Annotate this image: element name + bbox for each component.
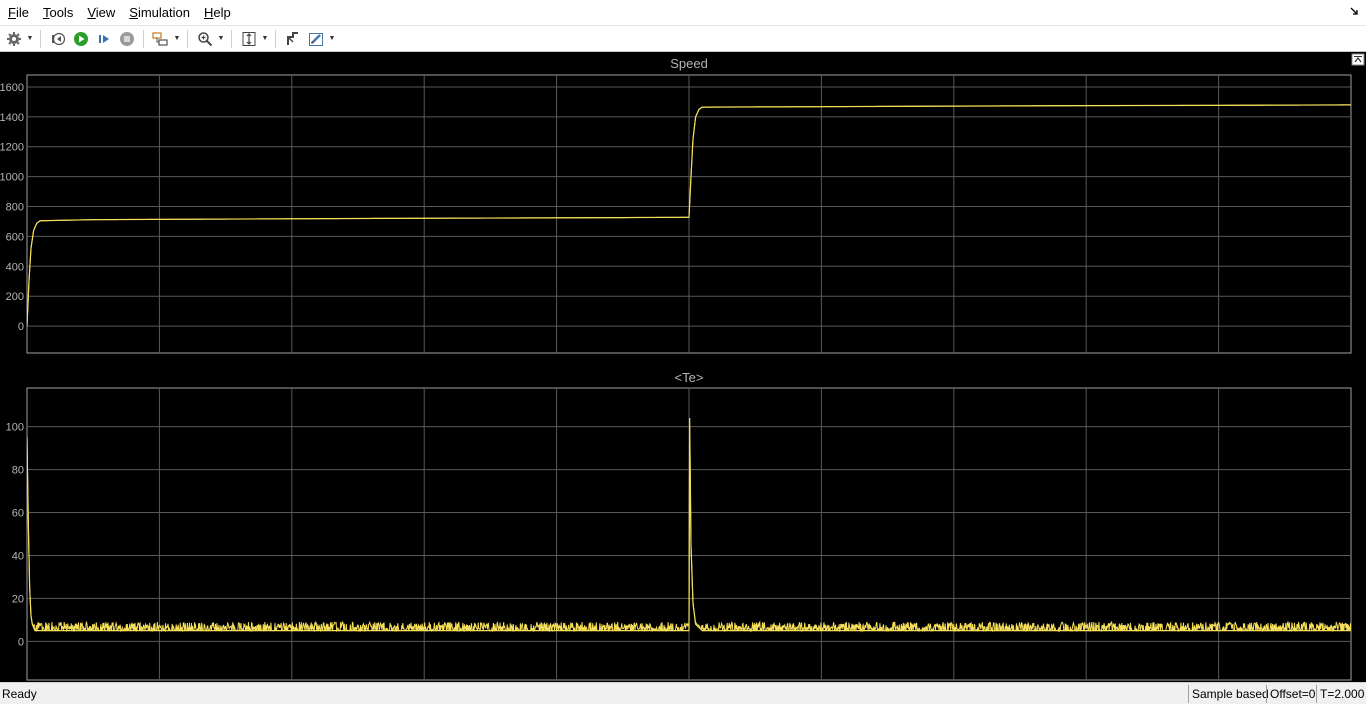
- plot-title: Speed: [670, 56, 708, 71]
- menu-file[interactable]: File: [8, 0, 29, 26]
- y-tick-label: 40: [12, 550, 24, 562]
- y-tick-label: 80: [12, 465, 24, 477]
- y-tick-label: 100: [6, 422, 24, 434]
- y-tick-label: 0: [18, 321, 24, 333]
- highlight-dropdown-icon[interactable]: ▼: [172, 28, 182, 50]
- toolbar-separator: [40, 29, 41, 48]
- menu-simulation[interactable]: Simulation: [129, 0, 190, 26]
- y-tick-label: 200: [6, 291, 24, 303]
- undock-icon[interactable]: [1350, 6, 1360, 16]
- autoscale-icon[interactable]: [238, 28, 260, 50]
- step-back-icon[interactable]: [47, 28, 69, 50]
- plot-title: <Te>: [675, 370, 704, 385]
- step-forward-icon[interactable]: [93, 28, 115, 50]
- zoom-dropdown-icon[interactable]: ▼: [216, 28, 226, 50]
- toolbar-separator: [275, 29, 276, 48]
- te-plot[interactable]: <Te>02040608010000.20.40.60.811.21.41.61…: [6, 370, 1354, 682]
- status-text: Ready: [2, 687, 37, 701]
- y-tick-label: 1600: [0, 82, 24, 94]
- toolbar-separator: [143, 29, 144, 48]
- restore-layout-icon[interactable]: [282, 28, 304, 50]
- run-icon[interactable]: [70, 28, 92, 50]
- autoscale-dropdown-icon[interactable]: ▼: [260, 28, 270, 50]
- menu-view[interactable]: View: [87, 0, 115, 26]
- status-bar: Ready Sample based Offset=0 T=2.000: [0, 682, 1366, 704]
- toolbar-separator: [187, 29, 188, 48]
- speed-plot[interactable]: Speed 0 200 400 600 800 1000 1200 1400 1600: [0, 56, 1352, 354]
- menu-bar: File Tools View Simulation Help: [0, 0, 1366, 26]
- y-tick-label: 800: [6, 202, 24, 214]
- y-tick-label: 60: [12, 508, 24, 520]
- zoom-in-icon[interactable]: [194, 28, 216, 50]
- style-icon[interactable]: [305, 28, 327, 50]
- menu-help[interactable]: Help: [204, 0, 231, 26]
- stop-icon[interactable]: [116, 28, 138, 50]
- toolbar: ▼ ▼ ▼ ▼ ▼: [0, 26, 1366, 52]
- toolbar-separator: [231, 29, 232, 48]
- highlight-simulink-block-icon[interactable]: [150, 28, 172, 50]
- time-indicator: T=2.000: [1316, 685, 1366, 703]
- y-tick-label: 600: [6, 231, 24, 243]
- settings-dropdown-icon[interactable]: ▼: [25, 28, 35, 50]
- offset-indicator: Offset=0: [1266, 685, 1318, 703]
- style-dropdown-icon[interactable]: ▼: [327, 28, 337, 50]
- scope-display: Speed 0 200 400 600 800 1000 1200 1400 1600 <Te> 0…: [0, 52, 1366, 682]
- y-tick-label: 1200: [0, 142, 24, 154]
- menu-tools[interactable]: Tools: [43, 0, 73, 26]
- settings-icon[interactable]: [3, 28, 25, 50]
- y-tick-label: 400: [6, 261, 24, 273]
- y-tick-label: 20: [12, 593, 24, 605]
- y-tick-label: 0: [18, 636, 24, 648]
- sample-mode-indicator: Sample based: [1188, 685, 1272, 703]
- layout-toggle-icon[interactable]: [1351, 53, 1365, 66]
- y-tick-label: 1000: [0, 172, 24, 184]
- y-tick-label: 1400: [0, 112, 24, 124]
